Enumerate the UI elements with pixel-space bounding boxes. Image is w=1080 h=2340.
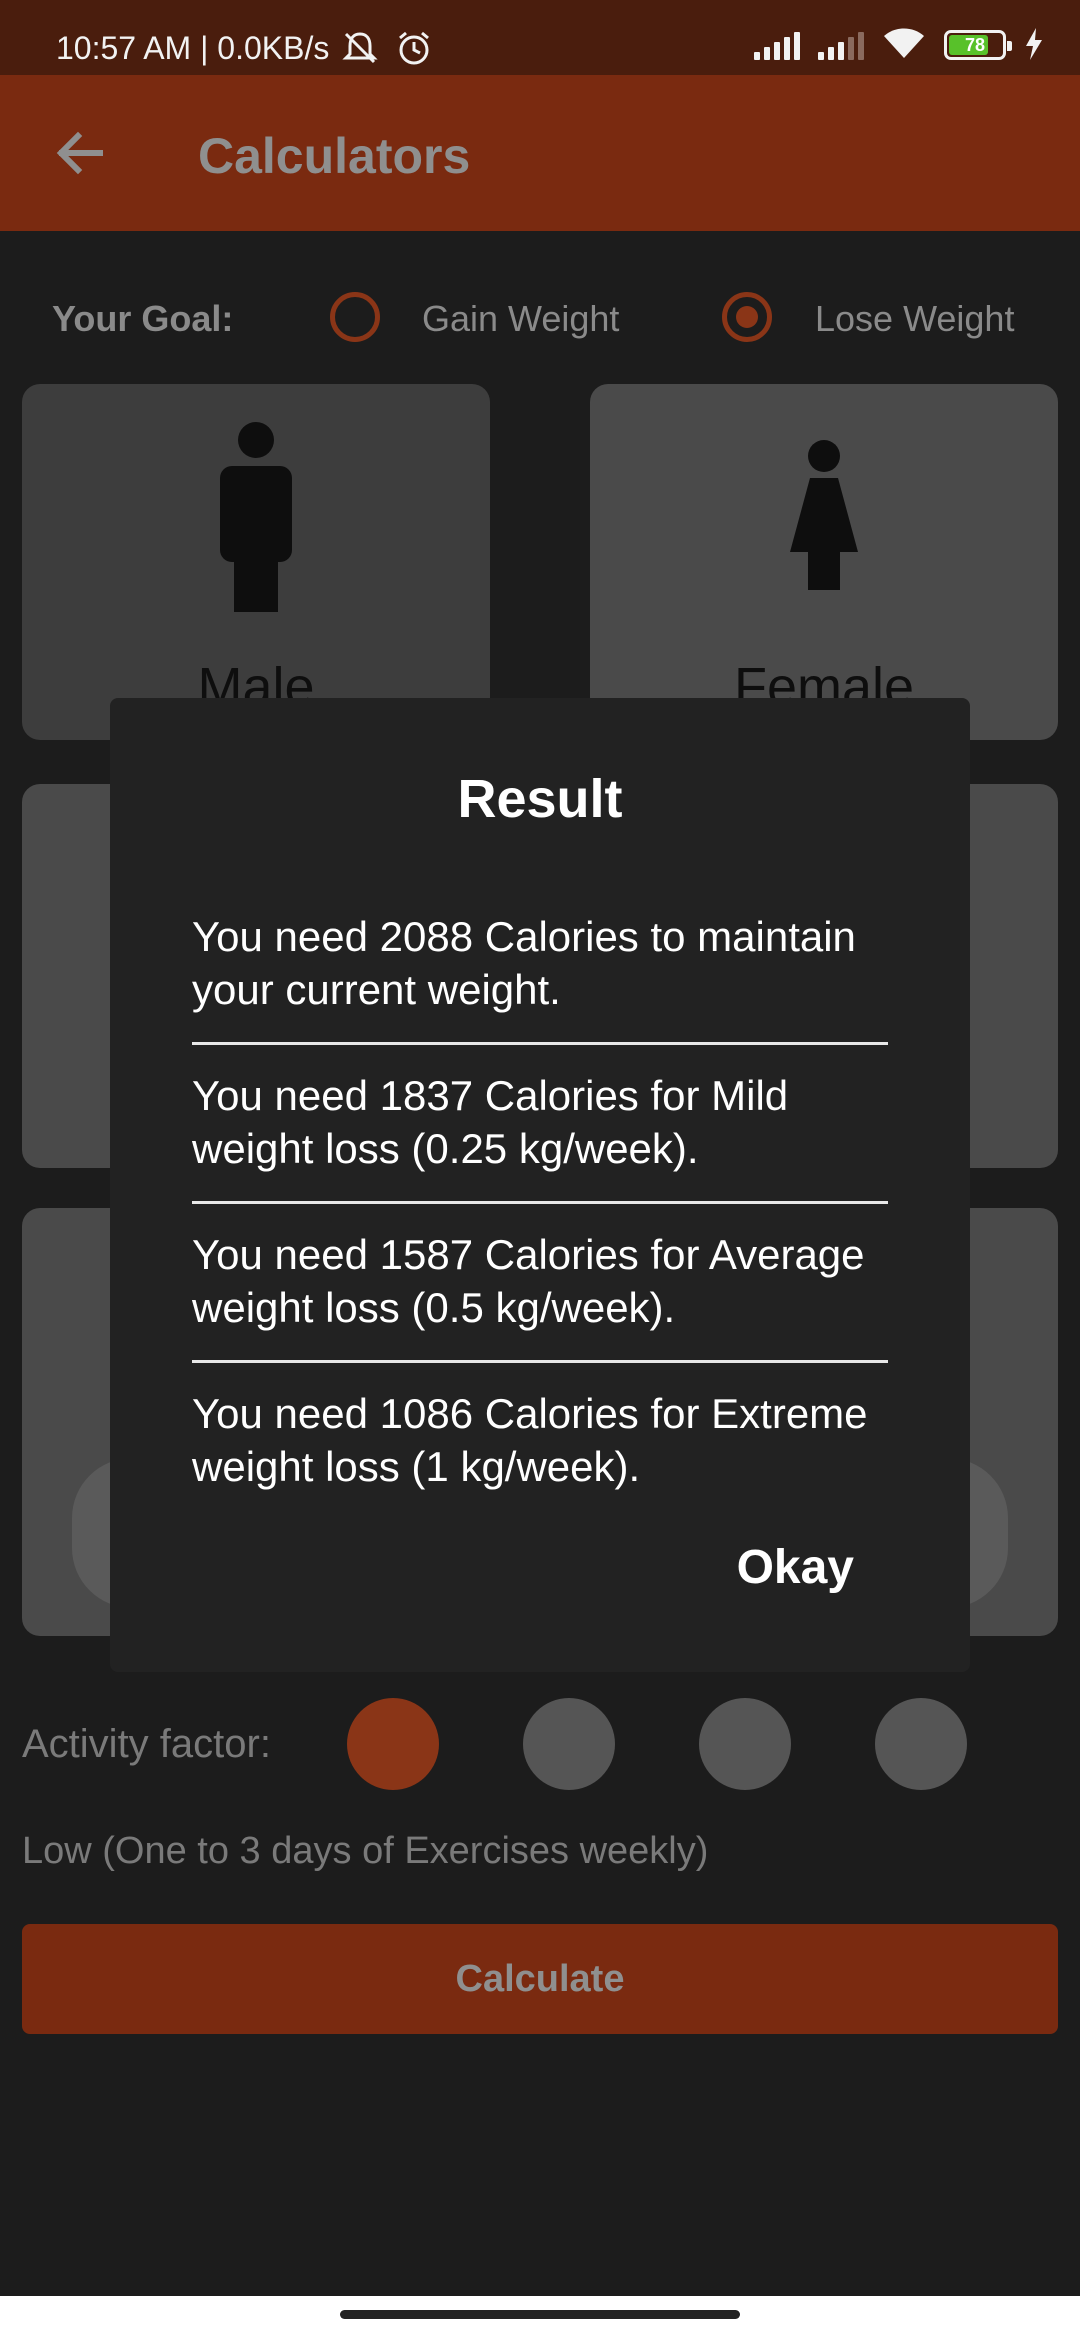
navigation-bar xyxy=(0,2296,1080,2340)
result-list: You need 2088 Calories to maintain your … xyxy=(192,908,888,1519)
result-mild-loss: You need 1837 Calories for Mild weight l… xyxy=(192,1067,888,1204)
home-handle[interactable] xyxy=(340,2310,740,2319)
result-extreme-loss: You need 1086 Calories for Extreme weigh… xyxy=(192,1390,868,1490)
dialog-title: Result xyxy=(457,769,623,829)
result-average-loss: You need 1587 Calories for Average weigh… xyxy=(192,1226,888,1363)
screen: 10:57 AM | 0.0KB/s 78 Calculators Your G… xyxy=(0,0,1080,2340)
okay-button[interactable]: Okay xyxy=(737,1540,854,1595)
result-maintain: You need 2088 Calories to maintain your … xyxy=(192,908,888,1045)
result-dialog: Result You need 2088 Calories to maintai… xyxy=(110,698,970,1672)
